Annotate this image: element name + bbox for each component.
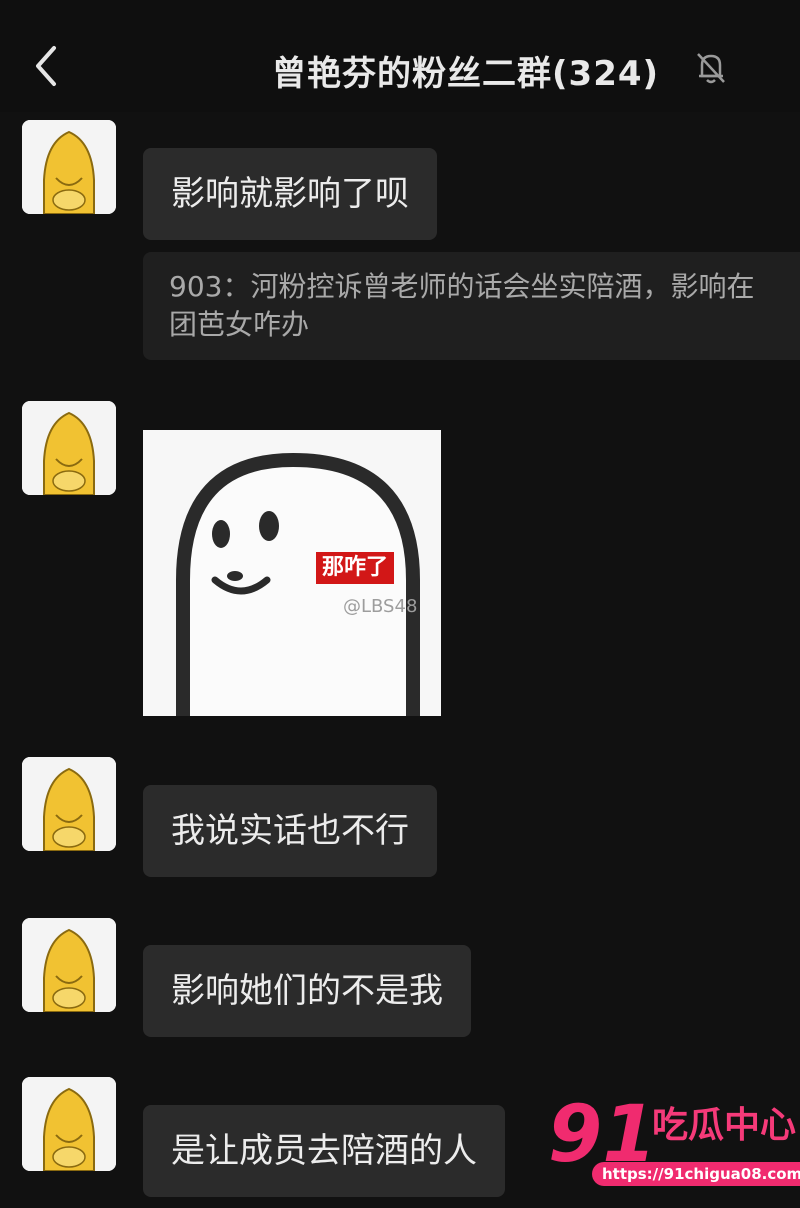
yellow-hooded-avatar-icon — [22, 757, 116, 851]
quoted-message[interactable]: 903：河粉控诉曾老师的话会坐实陪酒，影响在团芭女咋办 — [143, 252, 800, 360]
sender-avatar[interactable] — [22, 918, 116, 1012]
sender-avatar[interactable] — [22, 757, 116, 851]
yellow-hooded-avatar-icon — [22, 918, 116, 1012]
logo-url: https://91chigua08.com — [592, 1162, 800, 1186]
sender-avatar[interactable] — [22, 120, 116, 214]
chat-header: 曾艳芬的粉丝二群(324) — [0, 0, 800, 112]
chevron-left-icon — [36, 46, 56, 86]
yellow-hooded-avatar-icon — [22, 120, 116, 214]
bell-off-icon — [697, 53, 725, 84]
yellow-hooded-avatar-icon — [22, 1077, 116, 1171]
sticker-caption: 那咋了 — [316, 552, 395, 584]
sticker-watermark: @LBS48 — [343, 596, 418, 617]
yellow-hooded-avatar-icon — [22, 401, 116, 495]
ghost-meme-icon — [143, 430, 441, 716]
message-bubble[interactable]: 是让成员去陪酒的人 — [143, 1105, 505, 1197]
message-bubble[interactable]: 影响就影响了呗 — [143, 148, 437, 240]
sender-avatar[interactable] — [22, 401, 116, 495]
message-bubble[interactable]: 影响她们的不是我 — [143, 945, 471, 1037]
logo-name: 吃瓜中心 — [652, 1105, 797, 1146]
site-watermark-logo: 91 吃瓜中心 https://91chigua08.com — [548, 1092, 800, 1192]
back-button[interactable] — [28, 42, 68, 90]
group-title: 曾艳芬的粉丝二群(324) — [272, 54, 660, 94]
mute-indicator — [694, 50, 728, 86]
sender-avatar[interactable] — [22, 1077, 116, 1171]
message-bubble[interactable]: 我说实话也不行 — [143, 785, 437, 877]
sticker-image[interactable]: 那咋了 @LBS48 — [143, 430, 441, 716]
